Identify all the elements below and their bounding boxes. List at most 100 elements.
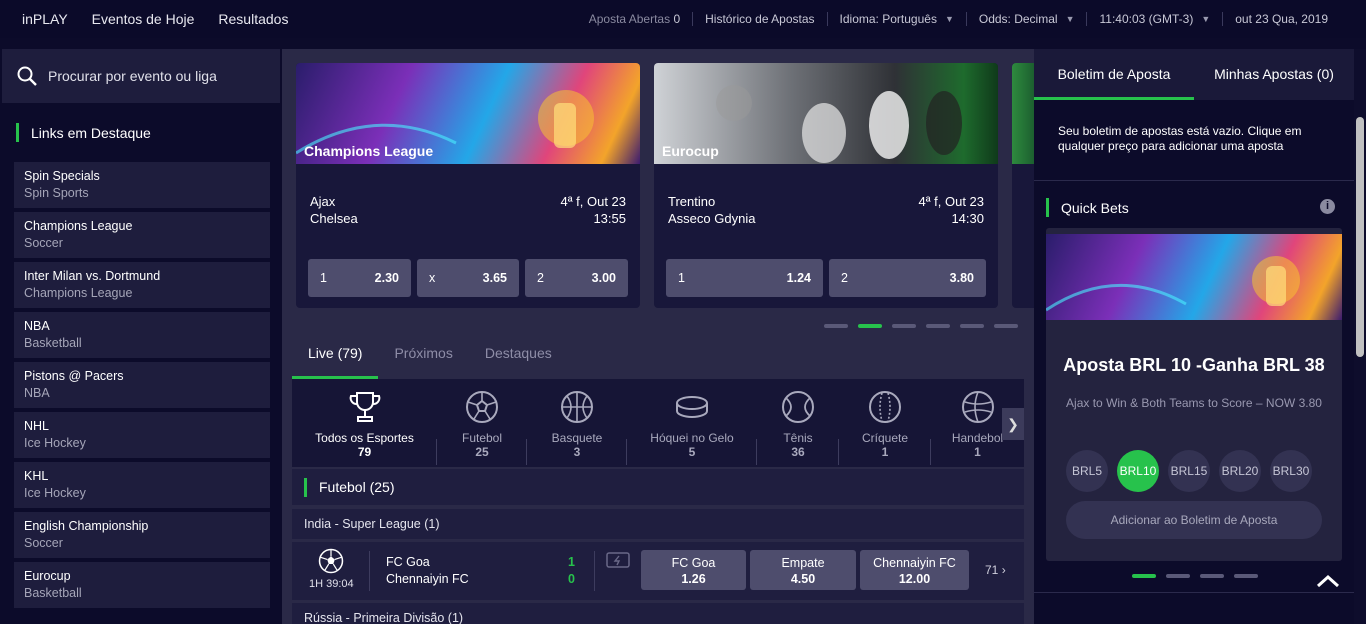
- page-scrollbar[interactable]: [1354, 49, 1366, 624]
- match-clock: 1H 39:04: [309, 578, 354, 590]
- nav-eventos-de-hoje[interactable]: Eventos de Hoje: [92, 11, 195, 27]
- away-team: Chelsea: [310, 211, 358, 226]
- more-markets-link[interactable]: 71 ›: [985, 563, 1006, 577]
- away-team: Asseco Gdynia: [668, 211, 756, 226]
- add-to-bet-slip-button[interactable]: Adicionar ao Boletim de Aposta: [1066, 501, 1322, 539]
- carousel-dot[interactable]: [994, 324, 1018, 328]
- featured-match-card[interactable]: Champions League Ajax Chelsea 4ª f, Out 2…: [296, 63, 640, 308]
- sport-all[interactable]: Todos os Esportes 79: [292, 389, 437, 467]
- featured-links-list: Spin Specials Spin Sports Champions Leagu…: [14, 162, 270, 612]
- handball-icon: [961, 391, 994, 423]
- tab-proximos[interactable]: Próximos: [378, 331, 468, 379]
- tab-bet-slip[interactable]: Boletim de Aposta: [1034, 49, 1194, 100]
- odds-button-home[interactable]: FC Goa 1.26: [641, 550, 746, 590]
- tab-destaques[interactable]: Destaques: [469, 331, 568, 379]
- featured-link[interactable]: Spin Specials Spin Sports: [14, 162, 270, 208]
- odds-format-select[interactable]: Odds: Decimal ▼: [965, 12, 1087, 26]
- featured-link[interactable]: Pistons @ Pacers NBA: [14, 362, 270, 408]
- cricket-ball-icon: [869, 391, 901, 423]
- odds-button-home[interactable]: 1 1.24: [666, 259, 823, 297]
- odds-button-draw[interactable]: Empate 4.50: [750, 550, 856, 590]
- nav-inplay[interactable]: inPLAY: [22, 11, 68, 27]
- info-icon[interactable]: i: [1320, 199, 1335, 214]
- sports-scroll-right-button[interactable]: ❯: [1002, 408, 1024, 440]
- tab-my-bets[interactable]: Minhas Apostas (0): [1194, 49, 1354, 100]
- stake-chip-selected[interactable]: BRL10: [1117, 450, 1159, 492]
- tab-live[interactable]: Live (79): [292, 331, 379, 379]
- match-date: 4ª f, Out 23: [918, 194, 984, 209]
- carousel-dot[interactable]: [1166, 574, 1190, 578]
- bet-history-link[interactable]: Histórico de Apostas: [692, 12, 826, 26]
- scroll-to-top-button[interactable]: [1316, 571, 1340, 594]
- open-bets-count: 0: [673, 12, 681, 26]
- featured-link[interactable]: Champions League Soccer: [14, 212, 270, 258]
- event-tabs: Live (79) Próximos Destaques: [292, 331, 568, 379]
- stake-chip[interactable]: BRL15: [1168, 450, 1210, 492]
- chevron-right-icon: ›: [1001, 563, 1006, 577]
- carousel-dot[interactable]: [1132, 574, 1156, 578]
- sports-filter-bar: Todos os Esportes 79 Futebol 25 Basquete…: [292, 379, 1024, 467]
- promo-banner-image: [1046, 234, 1342, 320]
- live-match-row[interactable]: 1H 39:04 FC Goa Chennaiyin FC 1 0 FC Goa 1.…: [292, 542, 1024, 600]
- section-header-futebol: Futebol (25): [292, 469, 1024, 505]
- match-time: 14:30: [951, 211, 984, 226]
- odds-button-away[interactable]: 2 3.00: [525, 259, 628, 297]
- language-select[interactable]: Idioma: Português ▼: [826, 12, 966, 26]
- card-league-label: Champions League: [304, 143, 434, 159]
- away-team: Chennaiyin FC: [386, 572, 469, 586]
- home-team: Trentino: [668, 194, 716, 209]
- league-header[interactable]: India - Super League (1): [292, 509, 1024, 539]
- home-score: 1: [568, 555, 575, 569]
- bet-slip-panel: Boletim de Aposta Minhas Apostas (0) Seu…: [1034, 49, 1354, 624]
- hockey-puck-icon: [676, 396, 708, 419]
- chevron-down-icon: ▼: [1201, 14, 1211, 24]
- stake-chip[interactable]: BRL20: [1219, 450, 1261, 492]
- time-zone-select[interactable]: 11:40:03 (GMT-3) ▼: [1086, 12, 1222, 26]
- carousel-dot[interactable]: [926, 324, 950, 328]
- featured-link[interactable]: Inter Milan vs. Dortmund Champions League: [14, 262, 270, 308]
- odds-button-away[interactable]: 2 3.80: [829, 259, 986, 297]
- odds-button-home[interactable]: 1 2.30: [308, 259, 411, 297]
- bet-slip-tabs: Boletim de Aposta Minhas Apostas (0): [1034, 49, 1354, 100]
- promo-title: Aposta BRL 10 -Ganha BRL 38: [1063, 355, 1325, 375]
- featured-links-header: Links em Destaque: [16, 123, 151, 142]
- sport-criquete[interactable]: Críquete 1: [839, 389, 931, 467]
- search-input[interactable]: Procurar por evento ou liga: [2, 49, 280, 103]
- featured-link[interactable]: NBA Basketball: [14, 312, 270, 358]
- odds-button-draw[interactable]: x 3.65: [417, 259, 519, 297]
- home-team: FC Goa: [386, 555, 430, 569]
- away-score: 0: [568, 572, 575, 586]
- sport-futebol[interactable]: Futebol 25: [437, 389, 527, 467]
- open-bets-link[interactable]: Aposta Abertas 0: [577, 12, 692, 26]
- nav-resultados[interactable]: Resultados: [218, 11, 288, 27]
- search-placeholder: Procurar por evento ou liga: [48, 68, 217, 84]
- odds-button-away[interactable]: Chennaiyin FC 12.00: [860, 550, 969, 590]
- featured-link[interactable]: KHL Ice Hockey: [14, 462, 270, 508]
- live-stream-icon[interactable]: [606, 552, 630, 568]
- featured-link[interactable]: NHL Ice Hockey: [14, 412, 270, 458]
- soccer-ball-icon: [318, 548, 344, 574]
- chevron-up-icon: [1316, 574, 1340, 588]
- featured-link[interactable]: English Championship Soccer: [14, 512, 270, 558]
- league-header[interactable]: Rússia - Primeira Divisão (1): [292, 603, 1024, 624]
- sport-tenis[interactable]: Tênis 36: [757, 389, 839, 467]
- card-banner-image: Champions League: [296, 63, 640, 164]
- carousel-dot[interactable]: [1234, 574, 1258, 578]
- featured-match-card[interactable]: Eurocup Trentino Asseco Gdynia 4ª f, Out …: [654, 63, 998, 308]
- stake-chip[interactable]: BRL5: [1066, 450, 1108, 492]
- sport-hoquei[interactable]: Hóquei no Gelo 5: [627, 389, 757, 467]
- scrollbar-thumb[interactable]: [1356, 117, 1364, 357]
- next-card-peek[interactable]: [1012, 63, 1034, 308]
- main-nav: inPLAY Eventos de Hoje Resultados: [0, 11, 312, 27]
- left-sidebar: Procurar por evento ou liga Links em Des…: [0, 49, 282, 624]
- carousel-dot[interactable]: [892, 324, 916, 328]
- featured-link[interactable]: Eurocup Basketball: [14, 562, 270, 608]
- carousel-dot[interactable]: [960, 324, 984, 328]
- sport-basquete[interactable]: Basquete 3: [527, 389, 627, 467]
- stake-chip[interactable]: BRL30: [1270, 450, 1312, 492]
- carousel-dot[interactable]: [858, 324, 882, 328]
- card-league-label: Eurocup: [662, 143, 719, 159]
- carousel-dot[interactable]: [824, 324, 848, 328]
- bet-slip-empty-message: Seu boletim de apostas está vazio. Cliqu…: [1058, 124, 1302, 153]
- carousel-dot[interactable]: [1200, 574, 1224, 578]
